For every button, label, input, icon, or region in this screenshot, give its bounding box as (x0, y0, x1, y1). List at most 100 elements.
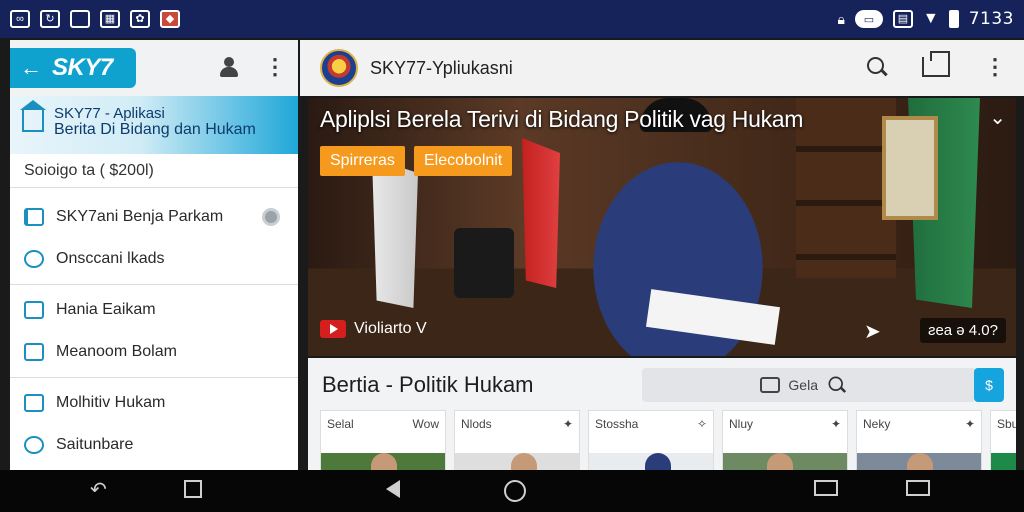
card-meta: Wow (412, 417, 439, 431)
card-meta: ✦ (964, 417, 975, 431)
status-bar: ∞ ↻ ▦ ✿ ◆ 🔒︎ ▭ ▤ ▼ 7133 (0, 0, 1024, 38)
news-search-bar[interactable]: Gela (642, 368, 976, 402)
card-meta: ✦ (830, 417, 841, 431)
banner-line1: SKY77 - Aplikasi (54, 105, 165, 122)
document-graphic (645, 289, 781, 345)
triangle-back-icon[interactable] (386, 480, 400, 502)
card-thumbnail (455, 453, 579, 470)
drawer-item-molhitiv[interactable]: Molhitiv Hukam (10, 382, 298, 424)
screenshot-icon: ▤ (892, 10, 913, 28)
divider (10, 284, 298, 285)
status-time: 7133 (968, 9, 1014, 29)
bookshelf-graphic (796, 98, 896, 278)
drawer-item-label: Meanoom Bolam (56, 343, 177, 360)
drawer-item-onscani[interactable]: Onsccani lkads (10, 238, 298, 280)
square-icon (70, 10, 90, 28)
drawer-item-label: Saitunbare (56, 436, 134, 453)
home-icon[interactable] (184, 480, 202, 502)
flag-graphic (522, 138, 560, 288)
user-icon[interactable] (218, 56, 240, 78)
brand-back-button[interactable]: ← SKY7 (10, 48, 136, 88)
banner-text: SKY77 - Aplikasi Berita Di Bidang dan Hu… (54, 106, 256, 154)
card-thumbnail (857, 453, 981, 470)
frame-graphic (882, 116, 938, 220)
drawer-banner[interactable]: SKY77 - Aplikasi Berita Di Bidang dan Hu… (10, 96, 298, 154)
news-card[interactable]: Sbu (990, 410, 1016, 470)
drawer-item-hania[interactable]: Hania Eaikam (10, 289, 298, 331)
card-thumbnail (991, 453, 1016, 470)
chart-icon (24, 301, 44, 319)
link-icon: ∞ (10, 10, 30, 28)
tag-chip[interactable]: Elecobolnit (414, 146, 513, 176)
banner-subtitle: Soioigo ta ( $200l) (10, 154, 298, 188)
circle-home-icon[interactable] (504, 480, 526, 506)
section-heading: Bertia - Politik Hukam (322, 372, 534, 397)
drawer-item-label: Hania Eaikam (56, 301, 156, 318)
hero-source: Violiarto V (320, 320, 427, 338)
lock-icon: 🔒︎ (837, 10, 845, 27)
drawer-item-label: Molhitiv Hukam (56, 394, 166, 411)
drawer-header: ← SKY7 ⋮ (10, 40, 298, 96)
card-label: Selal (327, 417, 354, 431)
home-icon (20, 100, 46, 132)
brand-name: SKY7 (52, 54, 113, 81)
drop-icon (24, 436, 44, 454)
search-icon[interactable] (866, 56, 888, 78)
divider (10, 377, 298, 378)
card-label: Nluy (729, 417, 754, 431)
status-left-icons: ∞ ↻ ▦ ✿ ◆ (10, 10, 180, 28)
flag-graphic (372, 158, 418, 308)
news-card[interactable]: Nluy ✦ (722, 410, 848, 470)
bookmark-icon (24, 208, 44, 226)
news-card[interactable]: Selal Wow (320, 410, 446, 470)
news-card[interactable]: Neky ✦ (856, 410, 982, 470)
battery-icon (948, 10, 959, 28)
wifi-icon: ▼ (922, 10, 939, 27)
hero-banner[interactable]: Apliplsi Berela Terivi di Bidang Politik… (308, 98, 1016, 356)
source-label: Violiarto V (354, 320, 427, 337)
chair-graphic (454, 228, 514, 298)
keyboard-icon[interactable] (906, 480, 930, 500)
drawer-more-icon[interactable]: ⋮ (264, 56, 286, 78)
refresh-icon: ↻ (40, 10, 60, 28)
game-icon: ✿ (130, 10, 150, 28)
chevron-down-icon[interactable]: ⌄ (989, 108, 1006, 128)
drawer-item-label: Onsccani lkads (56, 250, 165, 267)
drawer-item-label: SKY7ani Benja Parkam (56, 208, 224, 225)
drawer-item-berita[interactable]: SKY7ani Benja Parkam (10, 196, 298, 238)
card-meta: ✦ (562, 417, 573, 431)
app-bar: SKY77-Ypliukasni ⋮ (300, 40, 1024, 96)
back-arrow-icon: ← (20, 55, 42, 80)
pulse-icon (24, 343, 44, 361)
share-icon[interactable] (922, 51, 950, 77)
news-section: Bertia - Politik Hukam Gela $ Selal Wow N… (308, 358, 1016, 470)
status-right-icons: 🔒︎ ▭ ▤ ▼ 7133 (837, 9, 1014, 29)
chat-icon (760, 377, 781, 393)
card-thumbnail (589, 453, 713, 470)
search-label: Gela (788, 377, 818, 393)
news-card[interactable]: Nlods ✦ (454, 410, 580, 470)
news-card[interactable]: Stossha ✧ (588, 410, 714, 470)
app-logo (320, 49, 358, 87)
news-cards: Selal Wow Nlods ✦ Stossha ✧ Nluy ✦ Neky ✦ Sbu (320, 410, 1016, 470)
drawer-item-saitunbare[interactable]: Saitunbare (10, 424, 298, 466)
back-icon[interactable]: ↶ (90, 480, 107, 500)
recents-icon[interactable] (814, 480, 838, 500)
shield-icon: ◆ (160, 10, 180, 28)
hero-title: Apliplsi Berela Terivi di Bidang Politik… (320, 106, 804, 132)
card-label: Sbu (997, 417, 1016, 431)
tag-chip[interactable]: Spirreras (320, 146, 405, 176)
refresh-circle-icon (24, 250, 44, 268)
cast-icon: ▭ (854, 10, 883, 28)
gallery-icon: ▦ (100, 10, 120, 28)
drawer-item-meanoom[interactable]: Meanoom Bolam (10, 331, 298, 373)
more-options-icon[interactable]: ⋮ (984, 56, 1006, 78)
minus-box-icon (24, 394, 44, 412)
share-arrow-icon[interactable]: ➤ (864, 322, 881, 342)
card-label: Stossha (595, 417, 639, 431)
navigation-drawer: ← SKY7 ⋮ SKY77 - Aplikasi Berita Di Bida… (10, 40, 298, 470)
app-title: SKY77-Ypliukasni (370, 57, 513, 78)
filter-button[interactable]: $ (974, 368, 1004, 402)
drawer-menu: SKY7ani Benja Parkam Onsccani lkads Hani… (10, 196, 298, 466)
toggle-icon[interactable] (262, 208, 280, 226)
